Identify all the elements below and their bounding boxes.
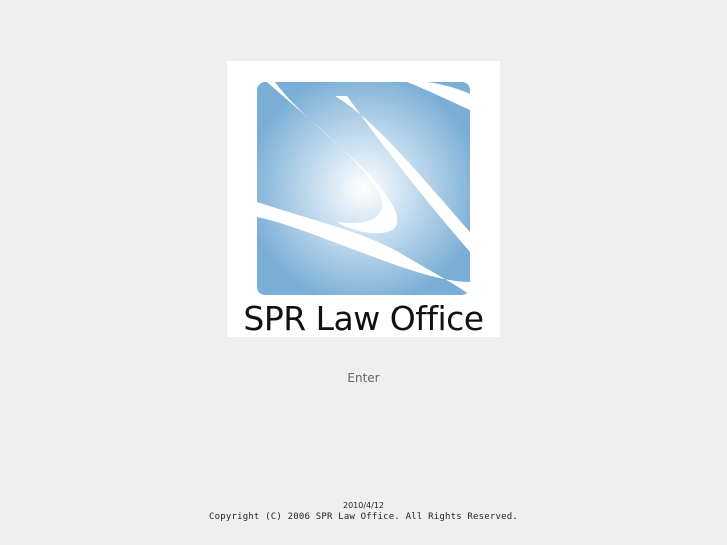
footer-copyright: Copyright (C) 2006 SPR Law Office. All R… bbox=[208, 512, 518, 522]
footer-date: 2010/4/12 bbox=[342, 501, 385, 510]
spr-logo-icon bbox=[257, 82, 470, 295]
enter-link[interactable]: Enter bbox=[0, 371, 727, 385]
logo: SPR Law Office bbox=[227, 61, 500, 337]
footer: 2010/4/12 Copyright (C) 2006 SPR Law Off… bbox=[0, 500, 727, 524]
page: SPR Law Office Enter 2010/4/12 Copyright… bbox=[0, 0, 727, 545]
logo-text: SPR Law Office bbox=[243, 299, 484, 338]
